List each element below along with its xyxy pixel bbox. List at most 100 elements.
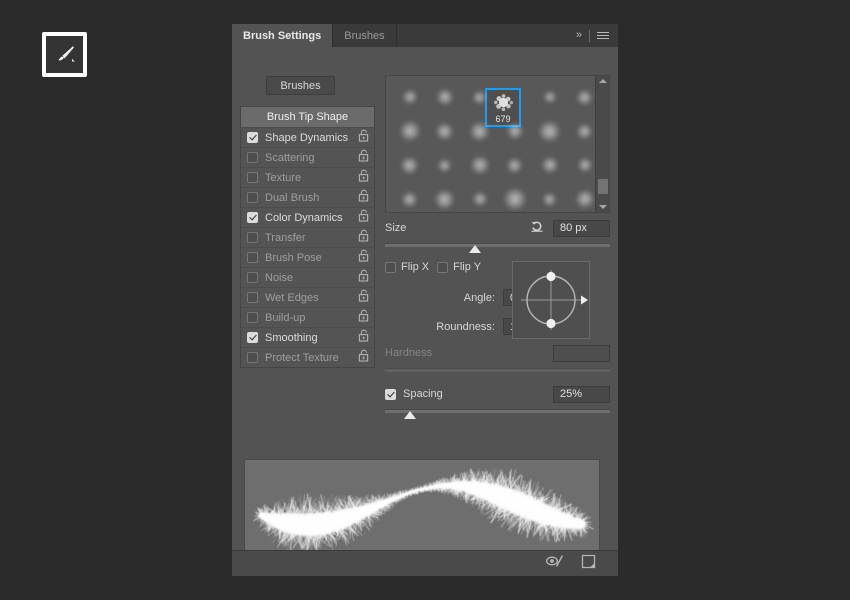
toggle-brush-settings-icon[interactable]: [545, 554, 565, 573]
size-slider[interactable]: [385, 241, 610, 253]
brush-option-build-up[interactable]: Build-up: [241, 307, 374, 327]
option-checkbox[interactable]: [247, 272, 258, 283]
brush-option-transfer[interactable]: Transfer: [241, 227, 374, 247]
brush-preset-thumbnail[interactable]: [403, 90, 417, 104]
brush-preset-thumbnail[interactable]: [435, 190, 454, 209]
brush-preset-thumbnail[interactable]: [471, 156, 489, 174]
brush-preset-thumbnail[interactable]: [402, 192, 417, 207]
brush-preset-thumbnail[interactable]: [539, 121, 560, 142]
brush-preset-thumbnail[interactable]: [504, 188, 526, 210]
lock-icon[interactable]: [358, 309, 369, 327]
brush-option-texture[interactable]: Texture: [241, 167, 374, 187]
flip-y-label: Flip Y: [453, 261, 481, 273]
lock-icon[interactable]: [358, 329, 369, 347]
brush-preset-thumbnail[interactable]: [577, 90, 592, 105]
scrollbar-thumb[interactable]: [598, 179, 608, 194]
lock-icon[interactable]: [358, 249, 369, 267]
brush-option-dual-brush[interactable]: Dual Brush: [241, 187, 374, 207]
brush-option-wet-edges[interactable]: Wet Edges: [241, 287, 374, 307]
brush-preset-thumbnail[interactable]: [542, 157, 558, 173]
option-checkbox[interactable]: [247, 312, 258, 323]
collapse-chevrons-icon[interactable]: »: [576, 30, 582, 41]
lock-icon[interactable]: [358, 269, 369, 287]
panel-menu-icon[interactable]: [597, 32, 609, 39]
lock-icon[interactable]: [358, 289, 369, 307]
option-label: Smoothing: [265, 332, 358, 344]
lock-icon[interactable]: [358, 169, 369, 187]
option-checkbox[interactable]: [247, 332, 258, 343]
angle-roundness-dial[interactable]: [512, 261, 590, 339]
new-brush-preset-icon[interactable]: [581, 554, 596, 574]
brush-preset-thumbnail[interactable]: [578, 158, 592, 172]
option-checkbox[interactable]: [247, 212, 258, 223]
spacing-slider-track: [385, 409, 610, 413]
brush-preset-thumbnail[interactable]: [473, 91, 486, 104]
spacing-label: Spacing: [403, 388, 553, 400]
option-checkbox[interactable]: [247, 172, 258, 183]
brushes-button[interactable]: Brushes: [266, 76, 335, 95]
brush-option-shape-dynamics[interactable]: Shape Dynamics: [241, 127, 374, 147]
option-checkbox[interactable]: [247, 292, 258, 303]
flip-x-checkbox[interactable]: Flip X: [385, 261, 429, 273]
lock-icon[interactable]: [358, 129, 369, 147]
spacing-slider[interactable]: [385, 407, 610, 419]
spacing-value-field[interactable]: 25%: [553, 386, 610, 403]
spacing-checkbox[interactable]: [385, 389, 396, 400]
brush-tool-button[interactable]: [42, 32, 87, 77]
option-checkbox[interactable]: [247, 192, 258, 203]
brush-stroke-preview: [244, 459, 600, 550]
brush-preset-thumbnail[interactable]: [473, 192, 487, 206]
angle-label: Angle:: [418, 292, 503, 304]
brush-option-scattering[interactable]: Scattering: [241, 147, 374, 167]
size-slider-thumb[interactable]: [469, 245, 481, 253]
option-checkbox[interactable]: [247, 152, 258, 163]
tab-brushes[interactable]: Brushes: [333, 24, 396, 47]
brush-preset-thumbnail[interactable]: [507, 158, 522, 173]
option-checkbox[interactable]: [247, 132, 258, 143]
brush-preset-thumbnail[interactable]: [507, 123, 523, 139]
brush-preset-thumbnail[interactable]: [576, 190, 594, 208]
brush-preset-thumbnail[interactable]: [543, 193, 556, 206]
spacing-slider-thumb[interactable]: [404, 411, 416, 419]
option-label: Color Dynamics: [265, 212, 358, 224]
brush-option-brush-pose[interactable]: Brush Pose: [241, 247, 374, 267]
header-divider: [589, 30, 590, 42]
brush-preset-thumbnail[interactable]: [437, 89, 453, 105]
flip-y-checkbox[interactable]: Flip Y: [437, 261, 481, 273]
reset-arrow-icon: [530, 219, 544, 233]
brush-preset-thumbnail[interactable]: [470, 122, 489, 141]
brush-option-noise[interactable]: Noise: [241, 267, 374, 287]
brush-preset-thumbnails[interactable]: 679: [386, 76, 595, 212]
brush-preset-thumbnail-icon: [491, 91, 516, 114]
option-checkbox[interactable]: [247, 352, 258, 363]
brush-tip-shape-header[interactable]: Brush Tip Shape: [241, 107, 374, 127]
reset-icon[interactable]: [530, 219, 544, 238]
option-checkbox[interactable]: [247, 252, 258, 263]
chevron-up-icon[interactable]: [599, 79, 607, 83]
brush-preset-label: 679: [495, 114, 510, 124]
brush-preset-thumbnail[interactable]: [436, 123, 453, 140]
option-label: Texture: [265, 172, 358, 184]
lock-icon[interactable]: [358, 149, 369, 167]
brush-option-color-dynamics[interactable]: Color Dynamics: [241, 207, 374, 227]
brush-option-rows: Shape Dynamics Scattering Texture Dual Brus…: [241, 127, 374, 367]
brush-option-protect-texture[interactable]: Protect Texture: [241, 347, 374, 367]
lock-icon[interactable]: [358, 209, 369, 227]
brush-preset-thumbnail[interactable]: [401, 157, 418, 174]
panel-header-controls: »: [572, 24, 618, 47]
brush-preset-thumbnail[interactable]: [577, 124, 592, 139]
lock-icon[interactable]: [358, 189, 369, 207]
size-value-field[interactable]: 80 px: [553, 220, 610, 237]
brush-option-smoothing[interactable]: Smoothing: [241, 327, 374, 347]
lock-icon[interactable]: [358, 229, 369, 247]
lock-icon[interactable]: [358, 349, 369, 367]
brush-preset-thumbnail[interactable]: [438, 159, 451, 172]
brush-preset-thumbnail[interactable]: [400, 121, 420, 141]
option-checkbox[interactable]: [247, 232, 258, 243]
brush-preset-thumbnail[interactable]: [544, 91, 556, 103]
tab-brush-settings[interactable]: Brush Settings: [232, 24, 333, 47]
chevron-down-icon[interactable]: [599, 205, 607, 209]
brush-grid-scrollbar[interactable]: [595, 76, 609, 212]
size-slider-track: [385, 243, 610, 247]
brush-preset-selected[interactable]: 679: [485, 88, 521, 127]
